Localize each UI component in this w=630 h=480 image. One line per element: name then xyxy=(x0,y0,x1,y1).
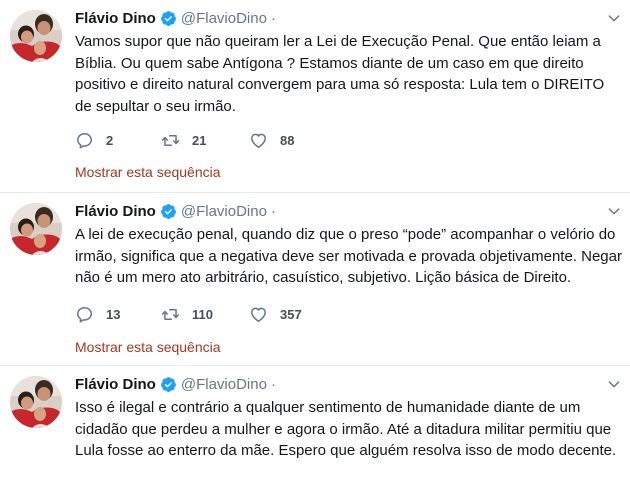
retweet-count: 21 xyxy=(192,133,207,148)
tweet-text: A lei de execução penal, quando diz que … xyxy=(75,226,622,286)
tweet-header: Flávio Dino @FlavioDino · xyxy=(75,374,280,394)
separator-dot: · xyxy=(270,375,276,393)
tweet-actions: 13 110 357 xyxy=(75,305,302,324)
retweet-button[interactable]: 21 xyxy=(161,131,249,150)
avatar-photo xyxy=(10,10,62,62)
tweet[interactable]: Flávio Dino @FlavioDino · Isso é ilegal … xyxy=(0,366,630,480)
tweet[interactable]: Flávio Dino @FlavioDino · Vamos supor qu… xyxy=(0,0,630,193)
retweet-icon xyxy=(161,305,180,324)
separator-dot: · xyxy=(270,202,276,220)
tweet-text: Vamos supor que não queiram ler a Lei de… xyxy=(75,33,605,115)
retweet-count: 110 xyxy=(192,307,213,322)
show-thread-link[interactable]: Mostrar esta sequência xyxy=(75,164,221,180)
tweet-text: Isso é ilegal e contrário a qualquer sen… xyxy=(75,399,617,459)
chevron-down-icon[interactable] xyxy=(606,203,622,219)
reply-button[interactable]: 2 xyxy=(75,131,161,150)
reply-icon xyxy=(75,305,94,324)
author-name[interactable]: Flávio Dino xyxy=(75,203,156,220)
avatar[interactable] xyxy=(10,10,62,62)
tweet-actions: 2 21 88 xyxy=(75,131,294,150)
verified-badge-icon xyxy=(160,203,177,220)
like-icon xyxy=(249,305,268,324)
author-handle[interactable]: @FlavioDino xyxy=(181,203,267,220)
reply-button[interactable]: 13 xyxy=(75,305,161,324)
author-name[interactable]: Flávio Dino xyxy=(75,10,156,27)
separator-dot: · xyxy=(270,9,276,27)
avatar-photo xyxy=(10,203,62,255)
chevron-down-icon[interactable] xyxy=(606,376,622,392)
tweet-header: Flávio Dino @FlavioDino · xyxy=(75,201,280,221)
author-handle[interactable]: @FlavioDino xyxy=(181,376,267,393)
author-handle[interactable]: @FlavioDino xyxy=(181,10,267,27)
retweet-button[interactable]: 110 xyxy=(161,305,249,324)
author-name[interactable]: Flávio Dino xyxy=(75,376,156,393)
reply-count: 2 xyxy=(106,133,114,148)
like-button[interactable]: 88 xyxy=(249,131,294,150)
like-count: 88 xyxy=(280,133,295,148)
like-count: 357 xyxy=(280,307,302,322)
reply-icon xyxy=(75,131,94,150)
verified-badge-icon xyxy=(160,376,177,393)
avatar[interactable] xyxy=(10,203,62,255)
tweet-header: Flávio Dino @FlavioDino · xyxy=(75,8,280,28)
like-button[interactable]: 357 xyxy=(249,305,302,324)
reply-count: 13 xyxy=(106,307,121,322)
retweet-icon xyxy=(161,131,180,150)
avatar-photo xyxy=(10,376,62,428)
tweet[interactable]: Flávio Dino @FlavioDino · A lei de execu… xyxy=(0,193,630,366)
avatar[interactable] xyxy=(10,376,62,428)
chevron-down-icon[interactable] xyxy=(606,10,622,26)
like-icon xyxy=(249,131,268,150)
show-thread-link[interactable]: Mostrar esta sequência xyxy=(75,339,221,355)
verified-badge-icon xyxy=(160,10,177,27)
